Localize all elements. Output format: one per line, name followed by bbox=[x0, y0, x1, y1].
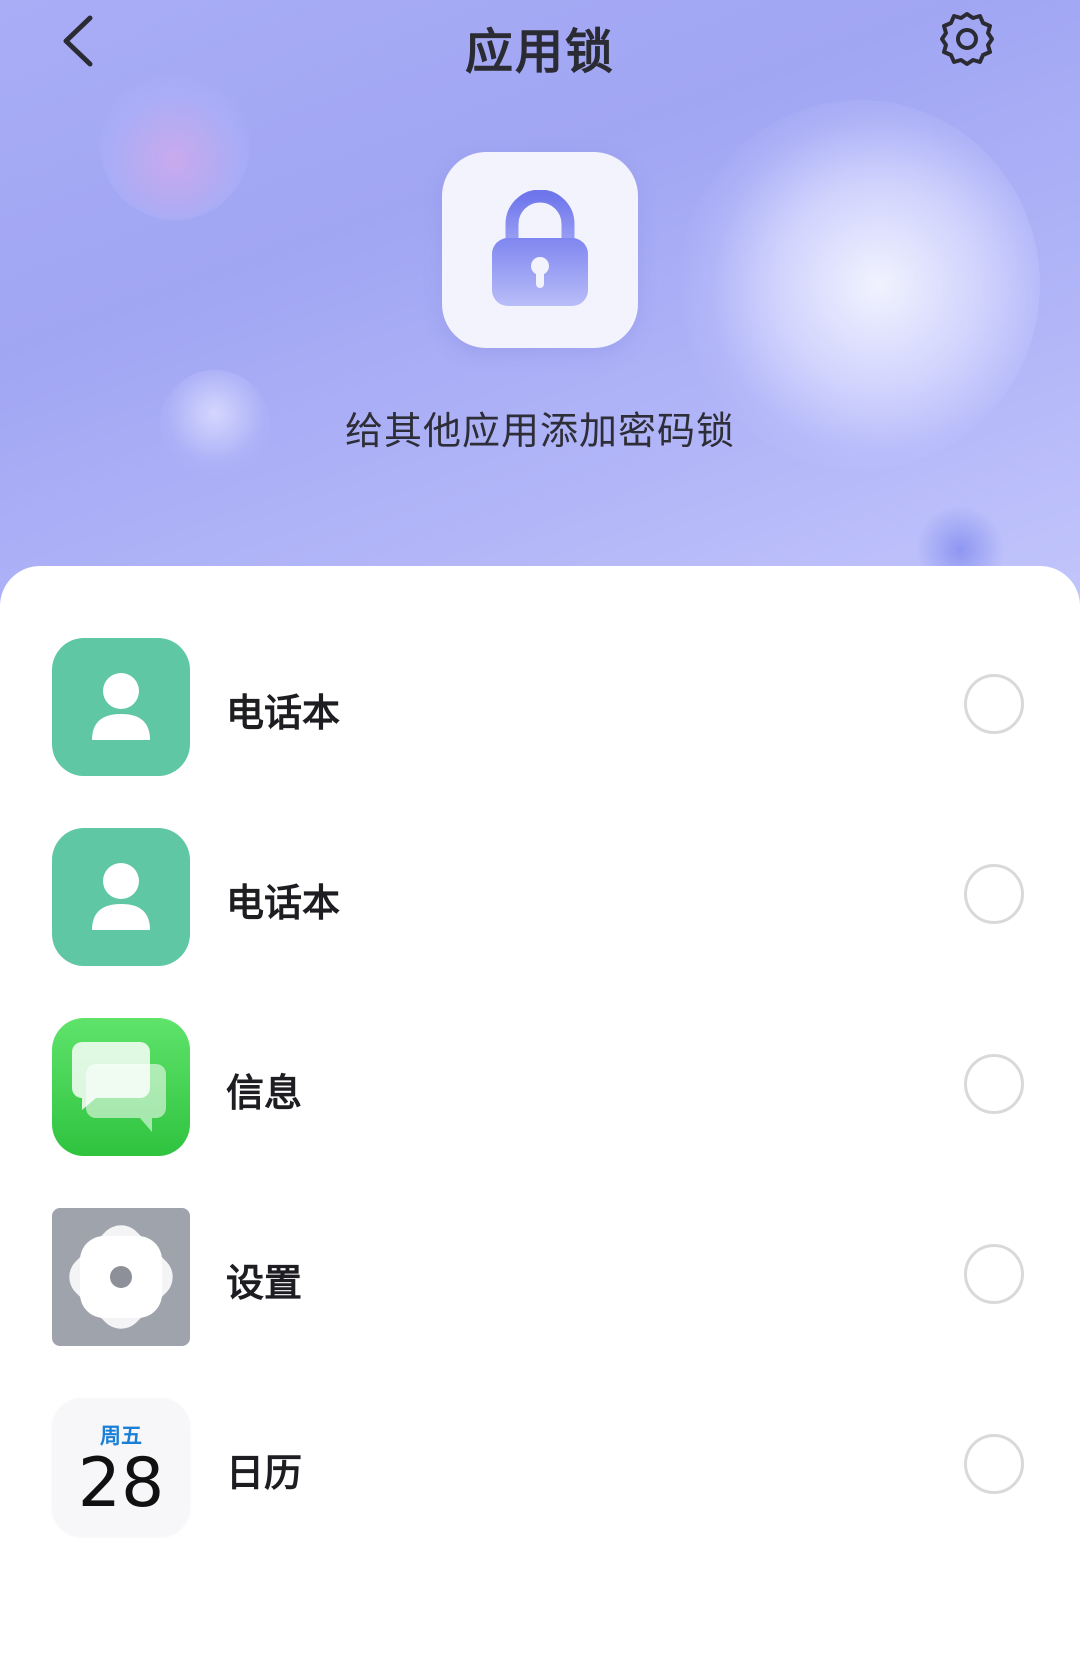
list-item[interactable]: 电话本 bbox=[0, 630, 1080, 780]
lock-toggle-radio[interactable] bbox=[964, 1244, 1024, 1304]
lock-toggle-radio[interactable] bbox=[964, 674, 1024, 734]
settings-button[interactable] bbox=[936, 8, 998, 70]
calendar-date: 28 bbox=[77, 1444, 165, 1523]
lock-toggle-radio[interactable] bbox=[964, 1434, 1024, 1494]
app-name: 日历 bbox=[226, 1451, 303, 1495]
settings-app-icon bbox=[52, 1208, 190, 1346]
calendar-icon: 周五 28 bbox=[52, 1398, 190, 1536]
page-title: 应用锁 bbox=[464, 24, 615, 80]
list-item[interactable]: 周五 28 日历 bbox=[0, 1390, 1080, 1540]
list-item[interactable]: 设置 bbox=[0, 1200, 1080, 1350]
gear-icon bbox=[940, 12, 994, 66]
app-name: 设置 bbox=[226, 1261, 303, 1305]
messages-icon bbox=[52, 1018, 190, 1156]
app-lock-emblem bbox=[442, 152, 638, 348]
lock-toggle-radio[interactable] bbox=[964, 1054, 1024, 1114]
lock-icon bbox=[492, 190, 588, 306]
header-banner: 应用锁 给其他应用添加密码锁 bbox=[0, 0, 1080, 620]
list-item[interactable]: 信息 bbox=[0, 1010, 1080, 1160]
app-list: 电话本 电话本 信息 设置 周五 28 日历 bbox=[0, 566, 1080, 1666]
lock-toggle-radio[interactable] bbox=[964, 864, 1024, 924]
app-name: 信息 bbox=[226, 1071, 303, 1115]
app-name: 电话本 bbox=[226, 691, 341, 735]
contacts-icon bbox=[52, 828, 190, 966]
app-name: 电话本 bbox=[226, 881, 341, 925]
top-bar: 应用锁 bbox=[0, 0, 1080, 90]
list-item[interactable]: 电话本 bbox=[0, 820, 1080, 970]
contacts-icon bbox=[52, 638, 190, 776]
decorative-bubble bbox=[100, 70, 250, 220]
feature-description: 给其他应用添加密码锁 bbox=[344, 409, 735, 453]
